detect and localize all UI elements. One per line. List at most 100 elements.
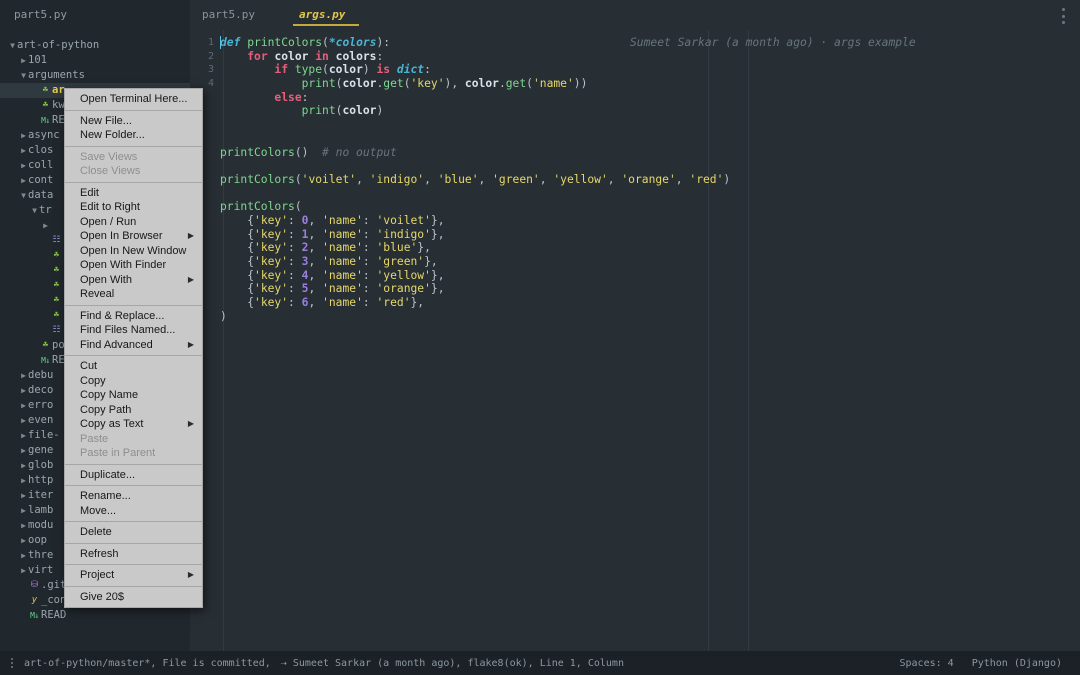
tree-item[interactable]: ▼ art-of-python: [0, 38, 190, 53]
code-line[interactable]: printColors(: [220, 200, 1080, 214]
menu-item-open-in-browser[interactable]: Open In Browser ▶: [65, 229, 202, 244]
chevron-right-icon[interactable]: ▶: [19, 143, 28, 158]
code-token: 'voilet': [376, 213, 431, 227]
status-lint[interactable]: flake8(ok),: [467, 658, 533, 669]
chevron-down-icon[interactable]: ▼: [19, 188, 28, 203]
chevron-right-icon[interactable]: ▶: [19, 428, 28, 443]
menu-item-edit-to-right[interactable]: Edit to Right: [65, 200, 202, 215]
code-line[interactable]: for color in colors:: [220, 50, 1080, 64]
chevron-right-icon[interactable]: ▶: [19, 368, 28, 383]
menu-item-give-20[interactable]: Give 20$: [65, 590, 202, 605]
menu-item-copy-name[interactable]: Copy Name: [65, 388, 202, 403]
chevron-right-icon[interactable]: ▶: [19, 548, 28, 563]
chevron-right-icon[interactable]: ▶: [19, 383, 28, 398]
tree-item[interactable]: M↓ READ: [0, 608, 190, 623]
chevron-right-icon[interactable]: ▶: [19, 158, 28, 173]
chevron-right-icon[interactable]: ▶: [19, 488, 28, 503]
code-line[interactable]: if type(color) is dict:: [220, 63, 1080, 77]
code-line[interactable]: [220, 118, 1080, 132]
menu-item-delete[interactable]: Delete: [65, 525, 202, 540]
code-line[interactable]: print(color): [220, 104, 1080, 118]
code-line[interactable]: {'key': 4, 'name': 'yellow'},: [220, 269, 1080, 283]
menu-separator: [65, 521, 202, 522]
status-branch[interactable]: art-of-python/master*,: [24, 658, 156, 669]
tree-item-label: clos: [28, 144, 54, 156]
menu-item-reveal[interactable]: Reveal: [65, 287, 202, 302]
tab-part5-py[interactable]: part5.py: [202, 0, 255, 30]
chevron-down-icon[interactable]: ▼: [30, 203, 39, 218]
chevron-right-icon[interactable]: ▶: [19, 458, 28, 473]
menu-separator: [65, 485, 202, 486]
code-line[interactable]: {'key': 5, 'name': 'orange'},: [220, 282, 1080, 296]
menu-item-copy-as-text[interactable]: Copy as Text ▶: [65, 417, 202, 432]
chevron-right-icon[interactable]: ▶: [19, 473, 28, 488]
code-line[interactable]: else:: [220, 91, 1080, 105]
tab-label: args.py: [298, 8, 346, 21]
code-line[interactable]: printColors() # no output: [220, 146, 1080, 160]
menu-item-find-replace[interactable]: Find & Replace...: [65, 309, 202, 324]
chevron-right-icon[interactable]: ▶: [19, 443, 28, 458]
tab-bar[interactable]: part5.py args.py: [190, 0, 1080, 30]
code-line[interactable]: [220, 132, 1080, 146]
menu-item-new-file[interactable]: New File...: [65, 114, 202, 129]
code-token: 'name': [322, 241, 363, 255]
code-token: :: [288, 255, 302, 268]
chevron-right-icon[interactable]: ▶: [19, 533, 28, 548]
tree-item[interactable]: ▼ arguments: [0, 68, 190, 83]
code-line[interactable]: {'key': 2, 'name': 'blue'},: [220, 241, 1080, 255]
vertical-dots-icon[interactable]: [1056, 8, 1070, 24]
chevron-right-icon: ▶: [187, 231, 194, 240]
chevron-down-icon[interactable]: ▼: [8, 38, 17, 53]
menu-item-find-advanced[interactable]: Find Advanced ▶: [65, 338, 202, 353]
menu-item-duplicate[interactable]: Duplicate...: [65, 468, 202, 483]
source-code[interactable]: def printColors(*colors): for color in c…: [220, 36, 1080, 651]
chevron-right-icon[interactable]: ▶: [19, 173, 28, 188]
tree-item[interactable]: ▶ 101: [0, 53, 190, 68]
menu-item-project[interactable]: Project ▶: [65, 568, 202, 583]
menu-item-rename[interactable]: Rename...: [65, 489, 202, 504]
status-syntax-mode[interactable]: Python (Django): [972, 658, 1062, 669]
chevron-right-icon[interactable]: ▶: [19, 518, 28, 533]
menu-separator: [65, 355, 202, 356]
chevron-right-icon[interactable]: ▶: [19, 503, 28, 518]
code-line[interactable]: {'key': 3, 'name': 'green'},: [220, 255, 1080, 269]
code-line[interactable]: print(color.get('key'), color.get('name'…: [220, 77, 1080, 91]
tab-args-py[interactable]: args.py: [292, 0, 360, 30]
code-line[interactable]: printColors('voilet', 'indigo', 'blue', …: [220, 173, 1080, 187]
tree-item-label: gene: [28, 444, 54, 456]
menu-item-open-with[interactable]: Open With ▶: [65, 273, 202, 288]
menu-item-refresh[interactable]: Refresh: [65, 547, 202, 562]
menu-item-open-in-new-window[interactable]: Open In New Window: [65, 244, 202, 259]
code-line[interactable]: {'key': 6, 'name': 'red'},: [220, 296, 1080, 310]
code-line[interactable]: ): [220, 310, 1080, 324]
chevron-right-icon[interactable]: ▶: [19, 128, 28, 143]
status-menu-icon[interactable]: [0, 658, 24, 668]
chevron-down-icon[interactable]: ▼: [19, 68, 28, 83]
menu-item-open-with-finder[interactable]: Open With Finder: [65, 258, 202, 273]
code-area[interactable]: 1234 def printColors(*colors): for color…: [190, 30, 1080, 651]
chevron-right-icon[interactable]: ▶: [19, 398, 28, 413]
tree-item-label: cont: [28, 174, 54, 186]
menu-item-open-terminal-here[interactable]: Open Terminal Here...: [65, 92, 202, 107]
code-line[interactable]: [220, 187, 1080, 201]
menu-item-find-files-named[interactable]: Find Files Named...: [65, 323, 202, 338]
code-token: 'name': [322, 255, 363, 268]
menu-item-edit[interactable]: Edit: [65, 186, 202, 201]
menu-item-copy-path[interactable]: Copy Path: [65, 403, 202, 418]
md-file-icon: M↓: [30, 611, 39, 620]
menu-item-move[interactable]: Move...: [65, 504, 202, 519]
status-indentation[interactable]: Spaces: 4: [900, 658, 954, 669]
menu-item-cut[interactable]: Cut: [65, 359, 202, 374]
chevron-right-icon[interactable]: ▶: [19, 53, 28, 68]
menu-item-copy[interactable]: Copy: [65, 374, 202, 389]
chevron-right-icon[interactable]: ▶: [19, 413, 28, 428]
code-line[interactable]: {'key': 1, 'name': 'indigo'},: [220, 228, 1080, 242]
context-menu[interactable]: Open Terminal Here... New File... New Fold…: [64, 88, 203, 608]
menu-item-new-folder[interactable]: New Folder...: [65, 128, 202, 143]
code-line[interactable]: [220, 159, 1080, 173]
menu-item-open-run[interactable]: Open / Run: [65, 215, 202, 230]
chevron-right-icon[interactable]: ▶: [19, 563, 28, 578]
code-line[interactable]: {'key': 0, 'name': 'voilet'},: [220, 214, 1080, 228]
chevron-right-icon[interactable]: ▶: [41, 218, 50, 233]
